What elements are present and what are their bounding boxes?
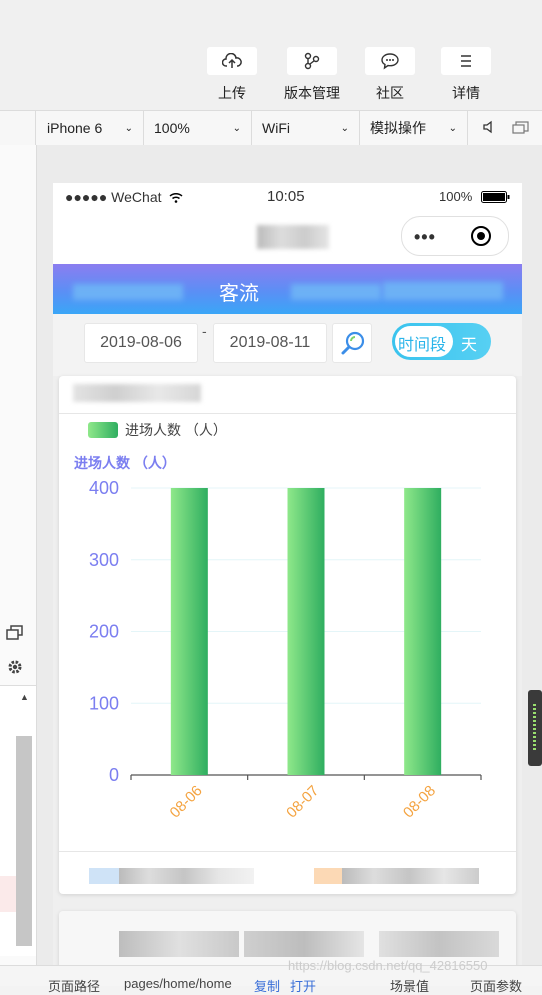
date-separator: -: [202, 323, 207, 339]
battery-text: 100%: [439, 189, 473, 204]
level-indicator: [533, 704, 536, 752]
y-tick-label: 100: [89, 693, 119, 713]
page-title-blurred: [257, 225, 329, 249]
x-tick-label: 08-06: [167, 782, 206, 821]
page-path: pages/home/home: [124, 976, 232, 991]
scene-label: 场景值: [390, 979, 430, 994]
gear-icon[interactable]: [6, 658, 24, 681]
blurred-content: [119, 931, 239, 957]
bar-chart: 进场人数 （人） 进场人数 （人） 0 100 200 300 400 08-06 08-…: [74, 422, 482, 821]
list-item: [0, 876, 16, 912]
y-tick-label: 0: [109, 765, 119, 785]
wifi-icon: [169, 192, 183, 203]
phone-screen: ●●●●● WeChat 10:05 100% ••• 客流 2019-08-0…: [53, 183, 522, 973]
y-tick-label: 200: [89, 622, 119, 642]
community-button[interactable]: 社区: [360, 47, 420, 103]
simulate-select[interactable]: 模拟操作 ⌄: [360, 111, 468, 145]
simulate-select-value: 模拟操作: [370, 120, 426, 136]
legend-swatch: [88, 422, 118, 438]
banner-blur: [291, 284, 381, 300]
more-dots-icon[interactable]: •••: [414, 227, 436, 248]
chat-bubble-icon: [381, 53, 399, 70]
details-button[interactable]: 详情: [436, 47, 496, 103]
left-panel: ▲: [0, 145, 37, 975]
community-label: 社区: [376, 85, 404, 101]
banner: 客流: [53, 264, 522, 314]
version-label: 版本管理: [284, 85, 340, 101]
bar: [170, 488, 208, 775]
zoom-select-value: 100%: [154, 120, 190, 136]
time-toggle[interactable]: 时间段 天: [392, 323, 491, 360]
y-tick-label: 300: [89, 550, 119, 570]
open-link[interactable]: 打开: [290, 976, 316, 995]
network-select[interactable]: WiFi ⌄: [252, 111, 360, 145]
card-title-blurred: [73, 384, 201, 402]
search-button[interactable]: [332, 323, 372, 363]
window-icon[interactable]: [512, 120, 530, 139]
y-axis-title: 进场人数 （人）: [74, 455, 176, 471]
details-label: 详情: [452, 85, 480, 101]
upload-button[interactable]: 上传: [202, 47, 262, 103]
copy-link[interactable]: 复制: [254, 976, 280, 995]
params-label: 页面参数: [470, 979, 523, 994]
battery-icon: [481, 191, 510, 203]
branch-icon: [304, 52, 320, 70]
status-time: 10:05: [267, 188, 305, 205]
start-date-input[interactable]: 2019-08-06: [84, 323, 198, 363]
scroll-handle[interactable]: [528, 690, 542, 766]
search-icon: [341, 331, 365, 355]
blurred-content: [379, 931, 499, 957]
scroll-up-icon[interactable]: ▲: [20, 692, 29, 702]
network-select-value: WiFi: [262, 120, 290, 136]
chevron-down-icon: ⌄: [124, 122, 133, 134]
toggle-inactive-label: 天: [461, 337, 478, 354]
status-bar: ●●●●● WeChat 10:05 100%: [53, 183, 522, 211]
chevron-down-icon: ⌄: [232, 122, 241, 134]
zoom-select[interactable]: 100% ⌄: [144, 111, 252, 145]
toggle-active-label: 时间段: [398, 337, 447, 354]
close-target-icon[interactable]: [470, 225, 492, 247]
chevron-down-icon: ⌄: [448, 122, 457, 134]
layers-icon[interactable]: [6, 625, 24, 646]
banner-title: 客流: [219, 283, 259, 305]
devbar-spacer: [0, 111, 36, 145]
device-select-value: iPhone 6: [47, 120, 103, 136]
banner-blur: [73, 284, 183, 300]
carrier-text: ●●●●● WeChat: [65, 189, 162, 205]
upload-label: 上传: [218, 85, 246, 101]
chart-card: 进场人数 （人） 进场人数 （人） 0 100 200 300 400 08-06 08-…: [59, 376, 516, 894]
menu-lines-icon: [461, 55, 471, 67]
scrollbar[interactable]: [16, 736, 32, 946]
version-button[interactable]: 版本管理: [282, 47, 342, 103]
speaker-icon[interactable]: [482, 119, 494, 140]
x-tick-label: 08-07: [283, 782, 322, 821]
divider: [59, 851, 516, 852]
page-path-label: 页面路径: [48, 979, 101, 994]
blurred-content: [244, 931, 364, 957]
top-toolbar: 上传 版本管理 社区 详情: [0, 0, 542, 110]
x-tick-label: 08-08: [400, 782, 439, 821]
chevron-down-icon: ⌄: [340, 122, 349, 134]
device-select[interactable]: iPhone 6 ⌄: [37, 111, 144, 145]
bar: [287, 488, 325, 775]
watermark: https://blog.csdn.net/qq_42816550: [288, 958, 488, 973]
y-tick-label: 400: [89, 478, 119, 498]
left-list: ▲: [0, 685, 36, 956]
capsule-menu: •••: [401, 216, 509, 256]
device-bar: iPhone 6 ⌄ 100% ⌄ WiFi ⌄ 模拟操作 ⌄: [0, 110, 542, 146]
banner-blur: [383, 282, 503, 300]
summary-blurred: [89, 868, 254, 884]
end-date-input[interactable]: 2019-08-11: [213, 323, 327, 363]
bar: [404, 488, 442, 775]
summary-blurred: [314, 868, 479, 884]
cloud-upload-icon: [222, 53, 242, 68]
legend-label: 进场人数 （人）: [125, 422, 227, 438]
